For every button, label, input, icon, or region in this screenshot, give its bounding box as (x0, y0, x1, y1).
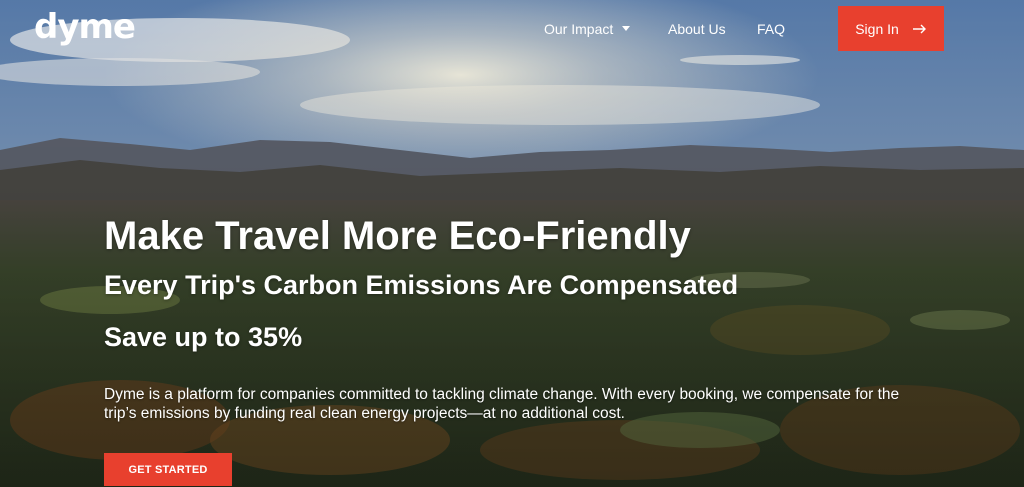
hero-description: Dyme is a platform for companies committ… (104, 386, 900, 422)
dyme-logo[interactable]: dyme (34, 7, 136, 47)
sign-in-label: Sign In (855, 20, 899, 37)
get-started-label: GET STARTED (128, 463, 208, 476)
nav-faq[interactable]: FAQ (757, 20, 785, 38)
get-started-button[interactable]: GET STARTED (104, 453, 232, 486)
hero-title: Make Travel More Eco-Friendly (104, 214, 691, 258)
sign-in-button[interactable]: Sign In (838, 6, 944, 51)
chevron-down-icon (622, 25, 631, 31)
site-header: dyme Our Impact About Us FAQ Sign In (0, 0, 1024, 58)
nav-our-impact-label: Our Impact (544, 21, 614, 37)
hero-subtitle: Every Trip's Carbon Emissions Are Compen… (104, 270, 739, 300)
nav-about-us[interactable]: About Us (668, 20, 726, 38)
arrow-right-icon (912, 24, 926, 33)
nav-our-impact[interactable]: Our Impact (544, 20, 631, 38)
nav-about-us-label: About Us (668, 21, 726, 37)
hero-savings: Save up to 35% (104, 322, 303, 352)
nav-faq-label: FAQ (757, 21, 786, 37)
